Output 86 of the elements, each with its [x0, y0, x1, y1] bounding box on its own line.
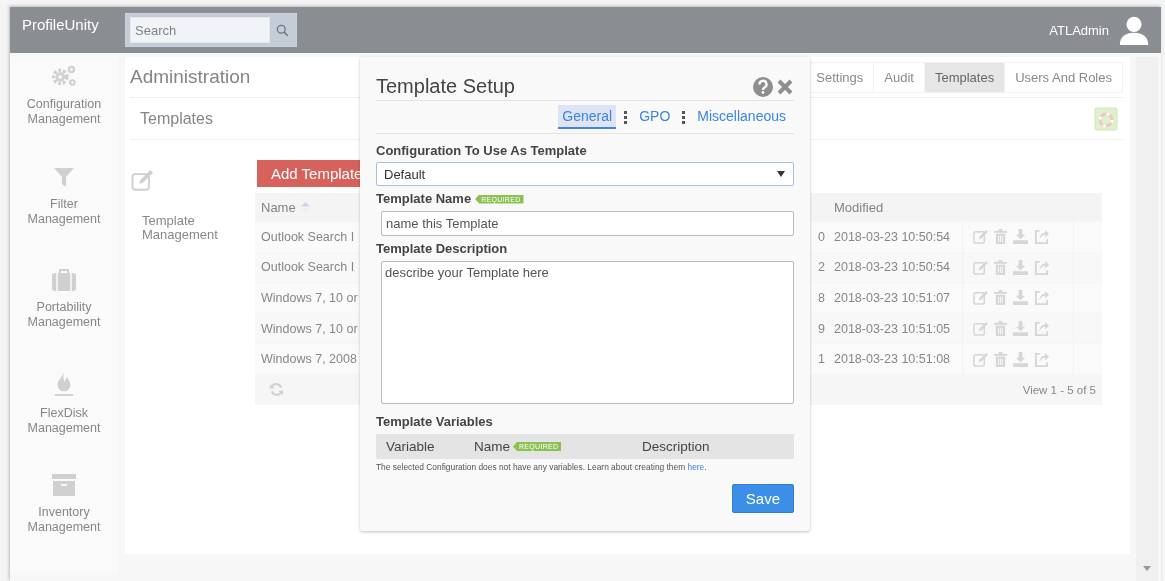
dialog-tab[interactable]: General: [558, 105, 617, 129]
archive-box-icon: [51, 472, 77, 497]
share-icon[interactable]: [1034, 321, 1049, 337]
sidebar-item[interactable]: Configuration Management: [10, 61, 118, 164]
dialog-tab[interactable]: Miscellaneous: [693, 105, 790, 129]
search-icon[interactable]: [276, 23, 289, 37]
flame-icon: [53, 370, 75, 399]
share-icon[interactable]: [1034, 259, 1049, 275]
search-field[interactable]: Search: [125, 13, 297, 47]
download-icon[interactable]: [1013, 259, 1028, 275]
sort-icon[interactable]: [300, 201, 310, 213]
download-icon[interactable]: [1013, 351, 1028, 367]
template-description-field[interactable]: describe your Template here: [381, 261, 794, 404]
field-label: Configuration To Use As Template: [376, 142, 588, 160]
filter-icon: [52, 165, 76, 190]
field-label: Template Name: [376, 190, 472, 208]
table-cell: Windows 7, 10 or: [261, 321, 358, 336]
sidebar-item[interactable]: Filter Management: [10, 163, 118, 266]
refresh-icon[interactable]: [269, 382, 284, 398]
edit-icon[interactable]: [973, 259, 988, 275]
template-name-field[interactable]: name this Template: [381, 211, 794, 236]
sidebar-label: Configuration Management: [25, 97, 103, 127]
sidebar-label: Inventory Management: [26, 504, 102, 535]
table-cell: 2018-03-23 10:51:07: [834, 291, 951, 305]
configuration-select[interactable]: Default: [376, 162, 794, 186]
scroll-down-icon[interactable]: [1143, 566, 1151, 571]
share-icon[interactable]: [1034, 290, 1049, 306]
sidebar-item[interactable]: FlexDisk Management: [10, 368, 118, 471]
sidebar-item[interactable]: Inventory Management: [10, 470, 118, 574]
download-icon[interactable]: [1013, 229, 1028, 245]
column-header[interactable]: Modified: [834, 199, 884, 215]
gears-icon: [50, 63, 78, 89]
save-button[interactable]: Save: [731, 484, 794, 513]
sidebar-label: Portability Management: [26, 299, 102, 330]
share-icon[interactable]: [1034, 229, 1049, 245]
section-title: Templates: [140, 109, 213, 128]
edit-icon[interactable]: [973, 351, 988, 367]
table-cell: 8: [818, 291, 825, 305]
app-logo[interactable]: ProfileUnity: [22, 15, 125, 33]
table-cell: 9: [818, 321, 825, 336]
table-cell: 2018-03-23 10:51:05: [834, 321, 951, 336]
share-icon[interactable]: [1034, 351, 1049, 367]
field-label: Template Description: [376, 240, 509, 258]
template-management-label: Template Management: [142, 214, 219, 242]
trash-icon[interactable]: [994, 259, 1007, 275]
trash-icon[interactable]: [994, 351, 1007, 367]
table-cell: 1: [818, 352, 825, 367]
table-cell: 2: [818, 260, 825, 275]
column-header[interactable]: Name: [261, 199, 296, 215]
admin-tab[interactable]: Templates: [923, 62, 1005, 92]
table-cell: 2018-03-23 10:51:08: [834, 352, 951, 367]
table-cell: Outlook Search I: [261, 229, 355, 244]
column-header: Description: [642, 439, 710, 454]
pager-text: View 1 - 5 of 5: [1022, 383, 1096, 396]
dialog-title: Template Setup: [376, 75, 515, 98]
sidebar-label: Filter Management: [26, 197, 102, 228]
column-header: Variable: [386, 439, 435, 454]
section-label: Template Variables: [376, 413, 494, 431]
table-cell: Outlook Search I: [261, 260, 355, 275]
variables-note: The selected Configuration does not have any variables. Learn about creating them here.: [376, 462, 708, 472]
column-header: Name: [474, 439, 510, 454]
close-icon[interactable]: [776, 77, 794, 96]
table-cell: 2018-03-23 10:50:54: [834, 229, 951, 244]
download-icon[interactable]: [1013, 321, 1028, 337]
table-cell: Windows 7, 2008: [261, 352, 357, 367]
table-cell: Windows 7, 10 or: [261, 291, 358, 305]
trash-icon[interactable]: [994, 229, 1007, 245]
help-icon[interactable]: [753, 76, 773, 97]
sidebar-item[interactable]: Portability Management: [10, 265, 118, 369]
edit-icon[interactable]: [973, 290, 988, 306]
help-lifebuoy-icon[interactable]: [1094, 105, 1118, 132]
download-icon[interactable]: [1013, 290, 1028, 306]
trash-icon[interactable]: [994, 321, 1007, 337]
table-cell: 2018-03-23 10:50:54: [834, 260, 951, 275]
caret-icon: [777, 171, 785, 177]
edit-icon[interactable]: [973, 229, 988, 245]
edit-icon: [130, 170, 156, 192]
edit-icon[interactable]: [973, 321, 988, 337]
sidebar-label: FlexDisk Management: [26, 406, 102, 437]
briefcase-icon: [51, 267, 77, 292]
scrollbar[interactable]: [1136, 57, 1158, 581]
dialog-tab[interactable]: GPO: [635, 105, 675, 129]
page-title: Administration: [130, 66, 251, 88]
trash-icon[interactable]: [994, 290, 1007, 306]
table-cell: 0: [818, 229, 825, 244]
user-name[interactable]: ATLAdmin: [1049, 22, 1109, 38]
